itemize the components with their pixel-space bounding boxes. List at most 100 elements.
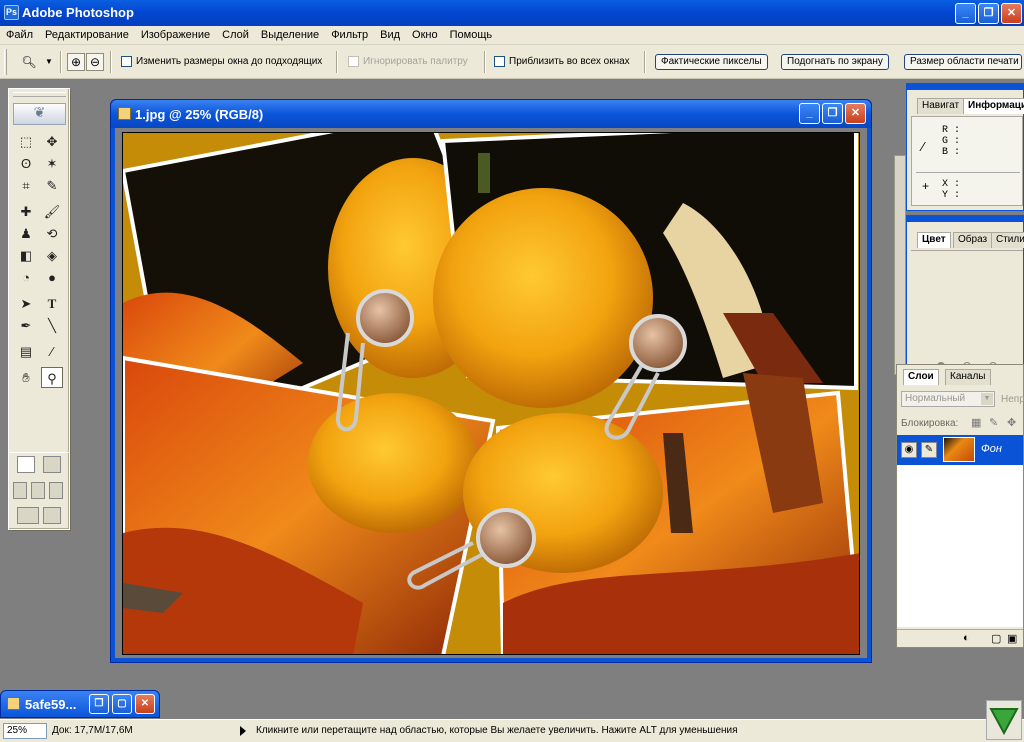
standard-mode-icon[interactable] <box>17 456 35 473</box>
document-maximize-button[interactable]: ❐ <box>822 103 843 124</box>
brush-link-icon[interactable]: ✎ <box>921 442 937 458</box>
menu-help[interactable]: Помощь <box>444 26 499 44</box>
color-panel-header[interactable] <box>907 216 1023 222</box>
fit-screen-button[interactable]: Подогнать по экрану <box>781 54 889 70</box>
history-brush-icon[interactable]: ⟲ <box>41 223 63 244</box>
tab-styles[interactable]: Стили <box>991 232 1024 248</box>
minimize-button[interactable]: _ <box>955 3 976 24</box>
photoshop-icon: Ps <box>4 5 19 20</box>
pen-tool-icon[interactable]: ✒ <box>15 315 37 336</box>
options-grip[interactable] <box>4 49 7 75</box>
path-selection-icon[interactable]: ➤ <box>15 293 37 314</box>
tab-color[interactable]: Цвет <box>917 232 951 248</box>
slice-tool-icon[interactable]: ✎ <box>41 175 63 196</box>
line-tool-icon[interactable]: ╲ <box>41 315 63 336</box>
clone-stamp-icon[interactable]: ♟ <box>15 223 37 244</box>
lock-transparency-icon[interactable]: ▦ <box>971 416 981 429</box>
options-separator <box>644 51 646 73</box>
dodge-tool-icon[interactable]: ● <box>41 267 63 288</box>
eye-visibility-icon[interactable]: ◉ <box>901 442 917 458</box>
notes-tool-icon[interactable]: ▤ <box>15 341 37 362</box>
menu-view[interactable]: Вид <box>374 26 406 44</box>
minimized-close-button[interactable]: ✕ <box>135 694 155 714</box>
blur-tool-icon[interactable]: ◔ <box>15 267 37 288</box>
zoom-level-field[interactable]: 25% <box>3 723 47 739</box>
brush-tool-icon[interactable]: 🖌︎ <box>41 201 63 222</box>
restore-button[interactable]: ❐ <box>978 3 999 24</box>
checkbox-box <box>121 56 132 67</box>
layer-style-icon[interactable]: ◐ <box>963 632 970 644</box>
status-menu-arrow-icon[interactable] <box>240 726 246 736</box>
ignore-palettes-checkbox[interactable]: Игнорировать палитру <box>348 56 468 67</box>
quick-mask-icon[interactable] <box>43 456 61 473</box>
tab-layers[interactable]: Слои <box>903 369 939 385</box>
minimized-document-window[interactable]: 5afe59... ❐ ▢ ✕ <box>0 690 160 718</box>
document-minimize-button[interactable]: _ <box>799 103 820 124</box>
checkbox-box <box>494 56 505 67</box>
minimized-maximize-button[interactable]: ▢ <box>112 694 132 714</box>
info-panel-header[interactable] <box>907 84 1023 90</box>
full-screen-menu-icon[interactable] <box>31 482 45 499</box>
document-canvas[interactable] <box>122 132 860 655</box>
green-triangle-icon[interactable] <box>986 700 1022 740</box>
blend-mode-value: Нормальный <box>905 393 966 404</box>
zoom-tool-icon[interactable]: 🔍︎ <box>20 53 38 71</box>
tab-info[interactable]: Информация <box>963 98 1024 114</box>
layer-row-background[interactable]: ◉ ✎ Фон <box>897 435 1023 465</box>
tab-channels[interactable]: Каналы <box>945 369 991 385</box>
pumpkin-collage-image <box>123 133 859 654</box>
tab-swatches[interactable]: Образ <box>953 232 993 248</box>
status-tip-text: Кликните или перетащите над областью, ко… <box>256 725 738 736</box>
canvas-area <box>115 128 867 658</box>
menu-select[interactable]: Выделение <box>255 26 325 44</box>
close-button[interactable]: ✕ <box>1001 3 1022 24</box>
eraser-tool-icon[interactable]: ◧ <box>15 245 37 266</box>
blend-mode-select[interactable]: Нормальный ▼ <box>901 391 995 407</box>
eyedropper-tool-icon[interactable]: ⁄ <box>41 341 63 362</box>
menu-layer[interactable]: Слой <box>216 26 255 44</box>
toolbox-grip[interactable] <box>13 92 66 97</box>
paint-bucket-icon[interactable]: ◈ <box>41 245 63 266</box>
adobe-feather-icon[interactable]: ❦ <box>13 103 66 125</box>
menu-image[interactable]: Изображение <box>135 26 216 44</box>
zoom-all-windows-checkbox[interactable]: Приблизить во всех окнах <box>494 56 630 67</box>
move-tool-icon[interactable]: ✥ <box>41 131 63 152</box>
menu-file[interactable]: Файл <box>0 26 39 44</box>
resize-windows-checkbox[interactable]: Изменить размеры окна до подходящих <box>121 56 322 67</box>
resize-windows-label: Изменить размеры окна до подходящих <box>136 56 323 67</box>
magic-wand-icon[interactable]: ✶ <box>41 153 63 174</box>
marquee-tool-icon[interactable]: ⬚ <box>15 131 37 152</box>
document-close-button[interactable]: ✕ <box>845 103 866 124</box>
imageready-icon[interactable] <box>43 507 61 524</box>
toolbox-modes <box>8 452 70 530</box>
menu-edit[interactable]: Редактирование <box>39 26 135 44</box>
actual-pixels-button[interactable]: Фактические пикселы <box>655 54 768 70</box>
jump-to-imageready-icon[interactable] <box>17 507 39 524</box>
crop-tool-icon[interactable]: ⌗ <box>15 175 37 196</box>
trash-icon[interactable]: ▣ <box>1007 632 1017 645</box>
menu-filter[interactable]: Фильтр <box>325 26 374 44</box>
full-screen-icon[interactable] <box>49 482 63 499</box>
zoom-in-icon[interactable]: ⊕ <box>67 53 85 71</box>
standard-screen-icon[interactable] <box>13 482 27 499</box>
zoom-out-icon[interactable]: ⊖ <box>86 53 104 71</box>
app-title: Adobe Photoshop <box>22 5 134 20</box>
tool-preset-dropdown-icon[interactable]: ▼ <box>40 53 58 71</box>
lock-brush-icon[interactable]: ✎ <box>989 416 998 429</box>
new-layer-icon[interactable]: ▢ <box>991 632 1001 645</box>
minimized-restore-button[interactable]: ❐ <box>89 694 109 714</box>
document-size[interactable]: Док: 17,7M/17,6M <box>52 725 133 736</box>
lasso-tool-icon[interactable]: ʘ <box>15 153 37 174</box>
print-size-button[interactable]: Размер области печати <box>904 54 1022 70</box>
document-titlebar[interactable]: 1.jpg @ 25% (RGB/8) _ ❐ ✕ <box>111 100 871 128</box>
lock-move-icon[interactable]: ✥ <box>1007 416 1016 429</box>
type-tool-icon[interactable]: T <box>41 293 63 314</box>
menu-window[interactable]: Окно <box>406 26 444 44</box>
minimized-document-title: 5afe59... <box>25 697 77 712</box>
hand-tool-icon[interactable]: ✋︎ <box>15 367 37 388</box>
info-x-label: X : <box>942 179 961 190</box>
info-panel: Навигат Информация ⁄ R : G : B : + X : Y… <box>906 83 1024 211</box>
zoom-tool-icon[interactable]: ⚲ <box>41 367 63 388</box>
healing-brush-icon[interactable]: ✚ <box>15 201 37 222</box>
tab-navigator[interactable]: Навигат <box>917 98 965 114</box>
